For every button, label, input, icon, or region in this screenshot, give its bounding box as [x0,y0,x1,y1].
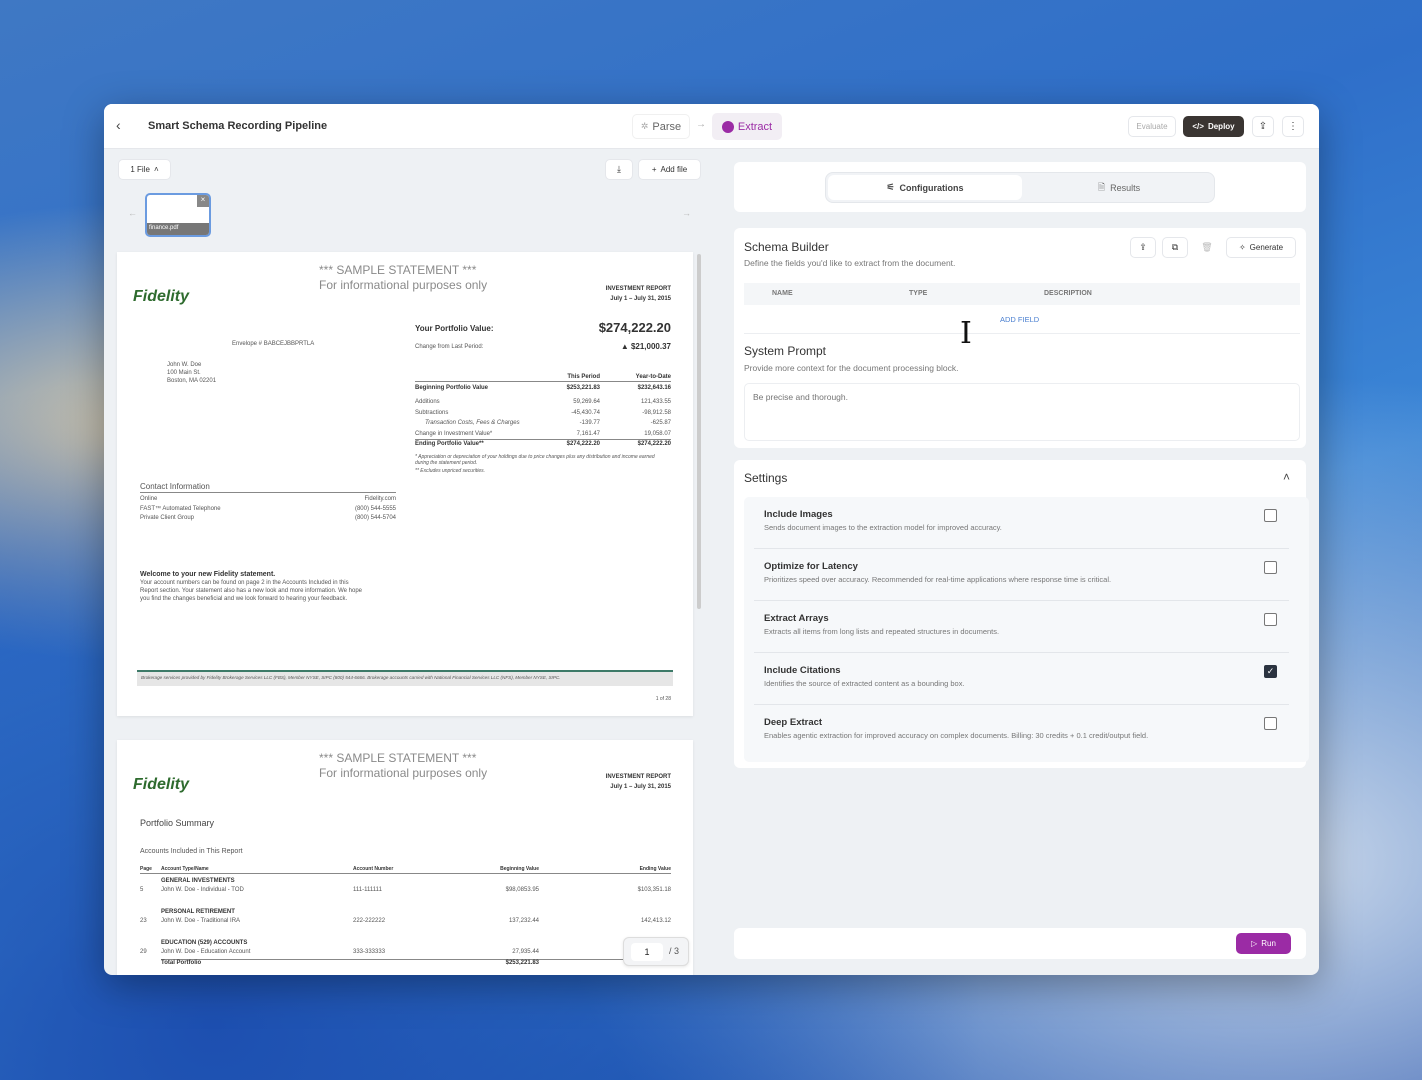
fidelity-logo: Fidelity [133,288,190,305]
code-icon: </> [1192,122,1204,131]
arrow-right-icon: → [696,119,706,130]
setting-checkbox[interactable] [1264,613,1277,626]
page-navigator: 1 / 3 [623,937,689,966]
extract-icon [721,120,734,133]
remove-file-icon[interactable]: × [197,195,209,207]
play-icon: ▷ [1251,939,1258,948]
summary-row-label: Beginning Portfolio Value [415,385,489,391]
top-bar: ‹ Smart Schema Recording Pipeline ✲ Parse… [104,104,1319,149]
download-button[interactable]: ⤓ [605,159,633,180]
file-thumbnail[interactable]: finance.pdf × [145,193,211,237]
generate-button[interactable]: ✧ Generate [1226,237,1296,258]
app-window: ‹ Smart Schema Recording Pipeline ✲ Parse… [104,104,1319,975]
summary-row-this-period: -45,430.74 [571,410,600,416]
scrollbar[interactable] [697,254,701,609]
document-icon: 🗎 [1097,181,1106,192]
summary-row-label: Additions [415,399,440,405]
summary-row-label: Change in Investment Value* [415,431,493,437]
tab-configurations[interactable]: ⚟ Configurations [828,175,1022,200]
setting-row: Extract Arrays Extracts all items from l… [754,601,1289,653]
account-group: PERSONAL RETIREMENT [161,909,235,915]
sliders-icon: ⚟ [886,182,895,192]
summary-row-ytd: $274,222.20 [637,441,671,447]
summary-row-ytd: -625.87 [650,420,671,426]
summary-row-label: Subtractions [415,410,449,416]
step-extract[interactable]: Extract [712,113,782,140]
add-file-button[interactable]: + Add file [638,159,701,180]
setting-row: Optimize for Latency Prioritizes speed o… [754,549,1289,601]
contact-label: Private Client Group [140,515,195,521]
summary-row-this-period: $253,221.83 [566,385,600,391]
fidelity-logo: Fidelity [133,776,190,793]
contact-value: (800) 544-5555 [354,505,396,512]
summary-row-label: Ending Portfolio Value** [415,441,484,447]
prev-file-icon[interactable]: ← [128,208,137,218]
export-schema-button[interactable]: ⇪ [1130,237,1156,258]
settings-list: Include Images Sends document images to … [744,497,1309,762]
text-cursor-icon: I [960,316,972,351]
system-prompt-input[interactable] [744,383,1300,441]
more-button[interactable]: ⋮ [1282,116,1304,137]
file-count-dropdown[interactable]: 1 File ˄ [118,159,171,180]
setting-checkbox[interactable] [1264,509,1277,522]
step-parse[interactable]: ✲ Parse [632,114,690,139]
run-bar: ▷ Run [734,928,1306,959]
plus-icon: + [651,165,657,174]
upload-icon: ⇪ [1139,242,1147,252]
deploy-button[interactable]: </> Deploy [1183,116,1244,137]
sparkle-icon: ✧ [1238,243,1246,252]
delete-schema-button[interactable]: 🗑 [1194,237,1220,258]
summary-row-this-period: 59,269.64 [573,399,600,405]
evaluate-button[interactable]: Evaluate [1128,116,1176,137]
page-number-input[interactable]: 1 [631,943,663,961]
setting-checkbox[interactable]: ✓ [1264,665,1277,678]
trash-icon: 🗑 [1201,242,1213,252]
account-group: EDUCATION (529) ACCOUNTS [161,940,248,946]
chevron-up-icon[interactable]: ˄ [1283,470,1290,484]
contact-label: Online [140,496,158,502]
setting-checkbox[interactable] [1264,561,1277,574]
summary-row-this-period: -139.77 [579,420,600,426]
setting-row: Deep Extract Enables agentic extraction … [754,705,1289,757]
summary-row-label: Transaction Costs, Fees & Charges [425,420,520,426]
pipeline-title: Smart Schema Recording Pipeline [148,120,328,132]
download-icon: ⤓ [617,164,621,174]
summary-row-ytd: 19,058.07 [644,431,671,437]
schema-table-header: NAME TYPE DESCRIPTION [744,283,1300,305]
tab-results[interactable]: 🗎 Results [1022,175,1216,200]
document-page-2: *** SAMPLE STATEMENT *** For information… [117,740,693,975]
view-tabs-card: ⚟ Configurations 🗎 Results [734,162,1306,212]
summary-row-ytd: $232,643.16 [637,385,671,391]
summary-row-ytd: 121,433.55 [640,399,671,405]
summary-row-ytd: -98,912.58 [642,410,671,416]
contact-value: Fidelity.com [364,496,396,502]
more-vertical-icon: ⋮ [1288,121,1298,132]
run-button[interactable]: ▷ Run [1236,933,1291,954]
chevron-up-icon: ˄ [153,165,159,174]
setting-row: Include Images Sends document images to … [754,497,1289,549]
document-page-1: *** SAMPLE STATEMENT *** For information… [117,252,693,716]
back-icon[interactable]: ‹ [116,117,121,133]
settings-card: Settings ˄ Include Images Sends document… [734,460,1309,768]
contact-label: FAST™ Automated Telephone [140,505,221,512]
upload-icon: ⇪ [1258,121,1268,132]
copy-schema-button[interactable]: ⧉ [1162,237,1188,258]
contact-value: (800) 544-5704 [354,515,396,521]
setting-checkbox[interactable] [1264,717,1277,730]
account-group: GENERAL INVESTMENTS [161,878,235,884]
add-field-link[interactable]: ADD FIELD [1000,315,1039,324]
schema-builder-card: Schema Builder Define the fields you'd l… [734,228,1306,448]
share-button[interactable]: ⇪ [1252,116,1274,137]
next-file-icon[interactable]: → [682,208,691,218]
copy-icon: ⧉ [1171,242,1179,252]
parse-icon: ✲ [640,121,649,131]
summary-row-this-period: $274,222.20 [566,441,600,447]
setting-row: Include Citations Identifies the source … [754,653,1289,705]
summary-row-this-period: 7,161.47 [576,431,600,437]
